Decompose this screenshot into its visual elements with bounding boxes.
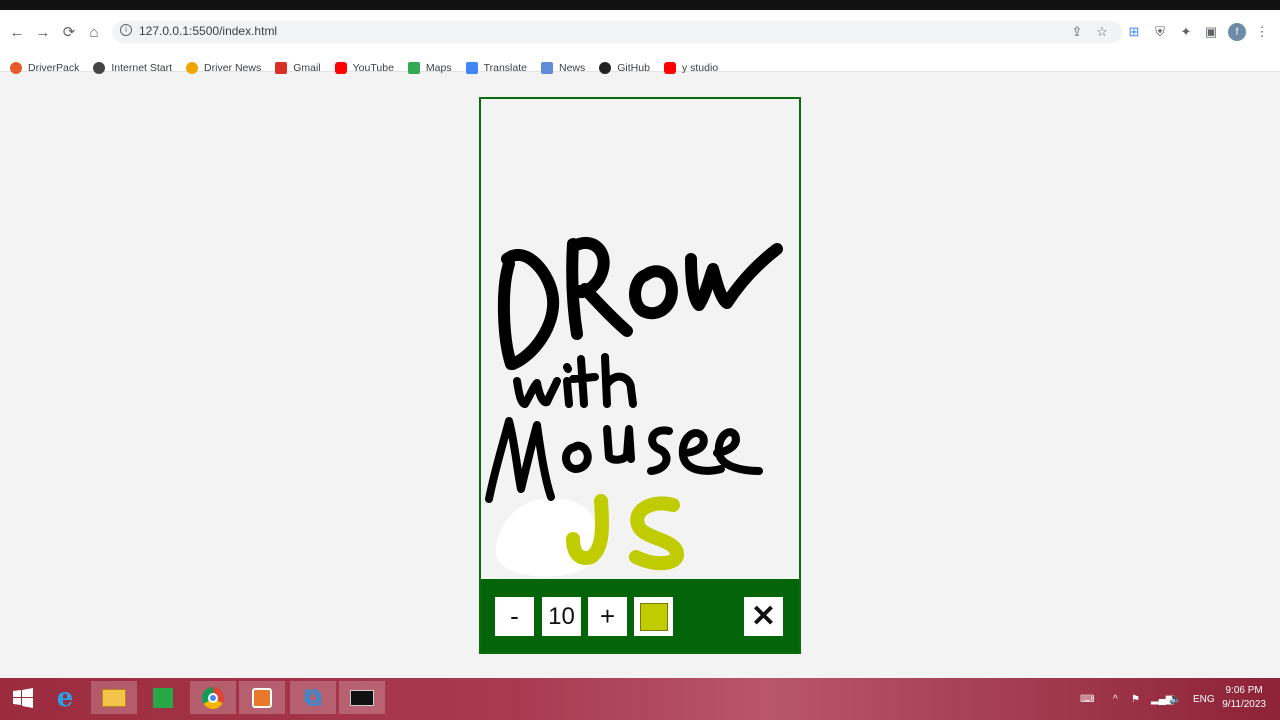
clock-time: 9:06 PM xyxy=(1225,685,1263,696)
bookmark-y-studio[interactable]: y studio xyxy=(663,62,718,74)
command-prompt-icon[interactable] xyxy=(339,681,385,714)
back-icon[interactable]: ← xyxy=(7,22,27,42)
globe-icon xyxy=(93,62,106,74)
color-swatch xyxy=(639,602,668,631)
forward-icon[interactable]: → xyxy=(33,22,53,42)
chrome-icon[interactable] xyxy=(190,681,236,714)
bookmark-youtube[interactable]: YouTube xyxy=(334,62,394,74)
reload-icon[interactable]: ⟳ xyxy=(59,22,79,42)
decrease-size-button[interactable]: - xyxy=(495,597,534,636)
brush-size-display: 10 xyxy=(542,597,581,636)
driver-news-icon xyxy=(186,62,199,74)
window-top-strip xyxy=(0,0,1280,10)
internet-explorer-icon[interactable]: e xyxy=(42,681,88,714)
translate-extension-icon[interactable]: ⊞ xyxy=(1125,23,1143,41)
store-icon[interactable] xyxy=(140,681,186,714)
draw-letter-d xyxy=(497,249,560,370)
vscode-icon[interactable]: ⧉ xyxy=(290,681,336,714)
media-player-icon[interactable] xyxy=(239,681,285,714)
mouse-letter-s xyxy=(647,426,673,475)
with-word-stroke xyxy=(513,353,637,408)
profile-avatar[interactable]: f xyxy=(1228,23,1246,41)
translate-icon xyxy=(465,62,478,74)
draw-letter-w xyxy=(685,243,783,311)
volume-icon[interactable]: 🔈 xyxy=(1169,678,1181,720)
clock-date: 9/11/2023 xyxy=(1222,699,1266,710)
site-info-icon[interactable]: i xyxy=(120,24,132,36)
bookmark-driver-news[interactable]: Driver News xyxy=(186,62,261,74)
mouse-letter-e2 xyxy=(713,428,763,475)
drawing-app: - 10 + ✕ xyxy=(479,97,801,654)
youtube-studio-icon xyxy=(663,62,676,74)
drawing-canvas[interactable] xyxy=(481,99,799,579)
bookmarks-bar: DriverPack Internet Start Driver News Gm… xyxy=(10,60,732,76)
language-indicator[interactable]: ENG xyxy=(1193,678,1215,720)
file-explorer-icon[interactable] xyxy=(91,681,137,714)
start-windows-icon[interactable] xyxy=(0,681,46,714)
bookmark-news[interactable]: News xyxy=(540,62,585,74)
bookmark-github[interactable]: GitHub xyxy=(599,62,650,74)
maps-icon xyxy=(407,62,420,74)
side-panel-icon[interactable]: ▣ xyxy=(1202,23,1220,41)
color-picker[interactable] xyxy=(634,597,673,636)
show-hidden-icons[interactable]: ^ xyxy=(1113,678,1118,720)
increase-size-button[interactable]: + xyxy=(588,597,627,636)
draw-letter-r xyxy=(566,236,633,340)
browser-chrome: ← → ⟳ ⌂ i 127.0.0.1:5500/index.html ⇪ ☆ … xyxy=(0,10,1280,74)
share-icon[interactable]: ⇪ xyxy=(1068,23,1086,41)
keyboard-icon[interactable]: ⌨ xyxy=(1080,678,1094,720)
clock[interactable]: 9:06 PM 9/11/2023 xyxy=(1222,684,1266,712)
extensions-icon[interactable]: ✦ xyxy=(1177,23,1195,41)
bookmark-gmail[interactable]: Gmail xyxy=(275,62,321,74)
driverpack-icon xyxy=(10,62,22,74)
url-text[interactable]: 127.0.0.1:5500/index.html xyxy=(139,24,277,38)
mouse-letter-m xyxy=(485,417,555,503)
bookmark-translate[interactable]: Translate xyxy=(465,62,527,74)
mouse-letter-o xyxy=(562,441,592,473)
clear-canvas-button[interactable]: ✕ xyxy=(744,597,783,636)
js-letter-s xyxy=(629,496,684,571)
bookmark-internet-start[interactable]: Internet Start xyxy=(93,62,172,74)
bookmark-driverpack[interactable]: DriverPack xyxy=(10,62,79,74)
mouse-letter-u xyxy=(603,425,635,464)
bookmark-maps[interactable]: Maps xyxy=(407,62,452,74)
youtube-icon xyxy=(334,62,347,74)
flag-icon[interactable]: ⚑ xyxy=(1131,678,1140,720)
github-icon xyxy=(599,62,612,74)
windows-taskbar: e ⧉ ⌨ ^ ⚑ ▂▄▆ 🔈 ENG 9:06 PM 9/11/2023 xyxy=(0,678,1280,720)
news-icon xyxy=(540,62,553,74)
draw-letter-o xyxy=(629,265,678,319)
bookmark-star-icon[interactable]: ☆ xyxy=(1093,23,1111,41)
home-icon[interactable]: ⌂ xyxy=(84,22,104,42)
menu-kebab-icon[interactable]: ⋮ xyxy=(1253,23,1271,41)
shield-extension-icon[interactable]: ⛨ xyxy=(1151,23,1169,41)
gmail-icon xyxy=(275,62,288,74)
drawing-toolbar: - 10 + ✕ xyxy=(481,579,799,652)
